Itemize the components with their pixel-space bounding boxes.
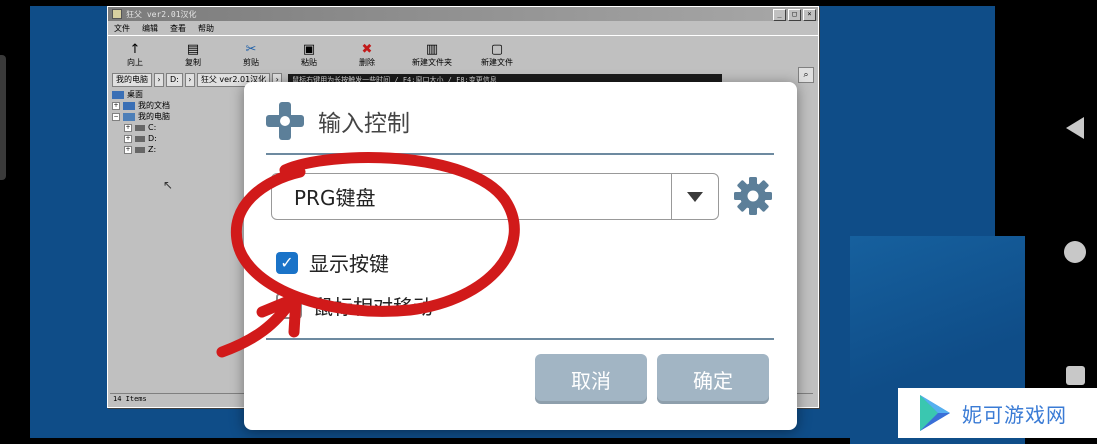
folder-icon <box>112 90 124 99</box>
tree-label: 我的电脑 <box>138 112 170 121</box>
footer-divider <box>266 338 774 340</box>
breadcrumb-my-computer[interactable]: 我的电脑 <box>112 73 152 87</box>
tree-item-drive-z[interactable]: + Z: <box>112 144 232 155</box>
new-file-icon: ▢ <box>490 42 504 57</box>
breadcrumb-drive[interactable]: D: <box>166 73 183 87</box>
toolbar-up-button[interactable]: ↑ 向上 <box>118 43 152 70</box>
folder-tree: 桌面 + 我的文档 − 我的电脑 + C: + D: + Z: <box>112 89 232 389</box>
close-button[interactable]: × <box>803 9 816 21</box>
expand-icon[interactable]: + <box>124 123 132 132</box>
app-icon <box>112 9 122 19</box>
back-icon[interactable] <box>1066 117 1084 139</box>
toolbar-label: 新建文件 <box>481 58 513 67</box>
breadcrumb-separator[interactable]: › <box>154 73 164 87</box>
tree-label: 我的文档 <box>138 101 170 110</box>
expand-icon[interactable]: + <box>124 145 132 154</box>
search-icon[interactable]: ⌕ <box>798 67 814 83</box>
site-watermark: 妮可游戏网 <box>898 388 1097 438</box>
up-arrow-icon: ↑ <box>129 42 141 57</box>
drive-icon <box>135 146 145 153</box>
menu-edit[interactable]: 编辑 <box>142 23 158 34</box>
home-icon[interactable] <box>1064 241 1086 263</box>
show-keys-checkbox[interactable]: ✓ <box>276 251 298 274</box>
tree-label: D: <box>148 134 157 143</box>
relative-mouse-option[interactable]: 鼠标相对移动 <box>276 291 433 320</box>
toolbar-cut-button[interactable]: ✂ 剪贴 <box>234 43 268 70</box>
layout-select[interactable]: PRG键盘 <box>271 173 719 220</box>
tree-label: Z: <box>148 145 157 154</box>
layout-select-value: PRG键盘 <box>294 186 376 210</box>
minimize-button[interactable]: _ <box>773 9 786 21</box>
toolbar-paste-button[interactable]: ▣ 粘贴 <box>292 43 326 70</box>
maximize-button[interactable]: □ <box>788 9 801 21</box>
watermark-text: 妮可游戏网 <box>962 402 1067 427</box>
header-divider <box>266 153 774 155</box>
paste-icon: ▣ <box>302 42 316 57</box>
toolbar-label: 剪贴 <box>243 58 259 67</box>
tree-item-drive-d[interactable]: + D: <box>112 133 232 144</box>
mouse-pointer-icon: ↖ <box>163 178 174 192</box>
cancel-button[interactable]: 取消 <box>535 354 647 404</box>
tree-label: 桌面 <box>127 90 143 99</box>
window-titlebar[interactable]: 狂父 ver2.01汉化 _ □ × <box>108 7 818 21</box>
recent-apps-icon[interactable] <box>1066 366 1085 385</box>
toolbar-label: 向上 <box>127 58 143 67</box>
dpad-icon <box>266 102 304 140</box>
tree-item-drive-c[interactable]: + C: <box>112 122 232 133</box>
play-logo-icon <box>920 395 950 431</box>
cut-icon: ✂ <box>245 42 257 57</box>
delete-icon: ✖ <box>361 42 373 57</box>
expand-icon[interactable]: + <box>112 101 120 110</box>
drive-icon <box>135 124 145 131</box>
menu-view[interactable]: 查看 <box>170 23 186 34</box>
window-controls: _ □ × <box>773 9 816 21</box>
toolbar-label: 粘贴 <box>301 58 317 67</box>
toolbar-label: 复制 <box>185 58 201 67</box>
ok-button[interactable]: 确定 <box>657 354 769 404</box>
toolbar-new-folder-button[interactable]: ▥ 新建文件夹 <box>408 43 456 70</box>
dialog-title: 输入控制 <box>318 111 410 137</box>
relative-mouse-checkbox[interactable] <box>276 292 302 319</box>
drive-icon <box>135 135 145 142</box>
new-folder-icon: ▥ <box>425 42 439 57</box>
tree-label: C: <box>148 123 157 132</box>
tree-item-desktop[interactable]: 桌面 <box>112 89 232 100</box>
toolbar-label: 新建文件夹 <box>412 58 452 67</box>
folder-icon <box>123 101 135 110</box>
edge-handle[interactable] <box>0 55 6 180</box>
dialog-header: 输入控制 <box>266 102 410 140</box>
expand-icon[interactable]: + <box>124 134 132 143</box>
copy-icon: ▤ <box>186 42 200 57</box>
window-title: 狂父 ver2.01汉化 <box>126 9 197 19</box>
collapse-icon[interactable]: − <box>112 112 120 121</box>
toolbar-label: 删除 <box>359 58 375 67</box>
show-keys-option[interactable]: ✓ 显示按键 <box>276 248 389 277</box>
toolbar-copy-button[interactable]: ▤ 复制 <box>176 43 210 70</box>
menu-bar: 文件 编辑 查看 帮助 <box>108 21 818 35</box>
gear-icon[interactable] <box>733 176 773 216</box>
relative-mouse-label: 鼠标相对移动 <box>313 295 433 319</box>
menu-help[interactable]: 帮助 <box>198 23 214 34</box>
toolbar: ↑ 向上 ▤ 复制 ✂ 剪贴 ▣ 粘贴 ✖ 删除 ▥ 新建文件夹 ▢ 新建文件 <box>108 35 818 70</box>
chevron-down-icon[interactable] <box>671 174 718 219</box>
tree-item-documents[interactable]: + 我的文档 <box>112 100 232 111</box>
breadcrumb-separator[interactable]: › <box>184 73 195 87</box>
toolbar-new-file-button[interactable]: ▢ 新建文件 <box>480 43 514 70</box>
toolbar-delete-button[interactable]: ✖ 删除 <box>350 43 384 70</box>
show-keys-label: 显示按键 <box>309 252 389 276</box>
tree-item-computer[interactable]: − 我的电脑 <box>112 111 232 122</box>
computer-icon <box>123 112 135 121</box>
input-control-dialog: 输入控制 PRG键盘 ✓ 显示按键 鼠标相对移动 取消 确定 <box>244 82 797 430</box>
menu-file[interactable]: 文件 <box>114 23 130 34</box>
